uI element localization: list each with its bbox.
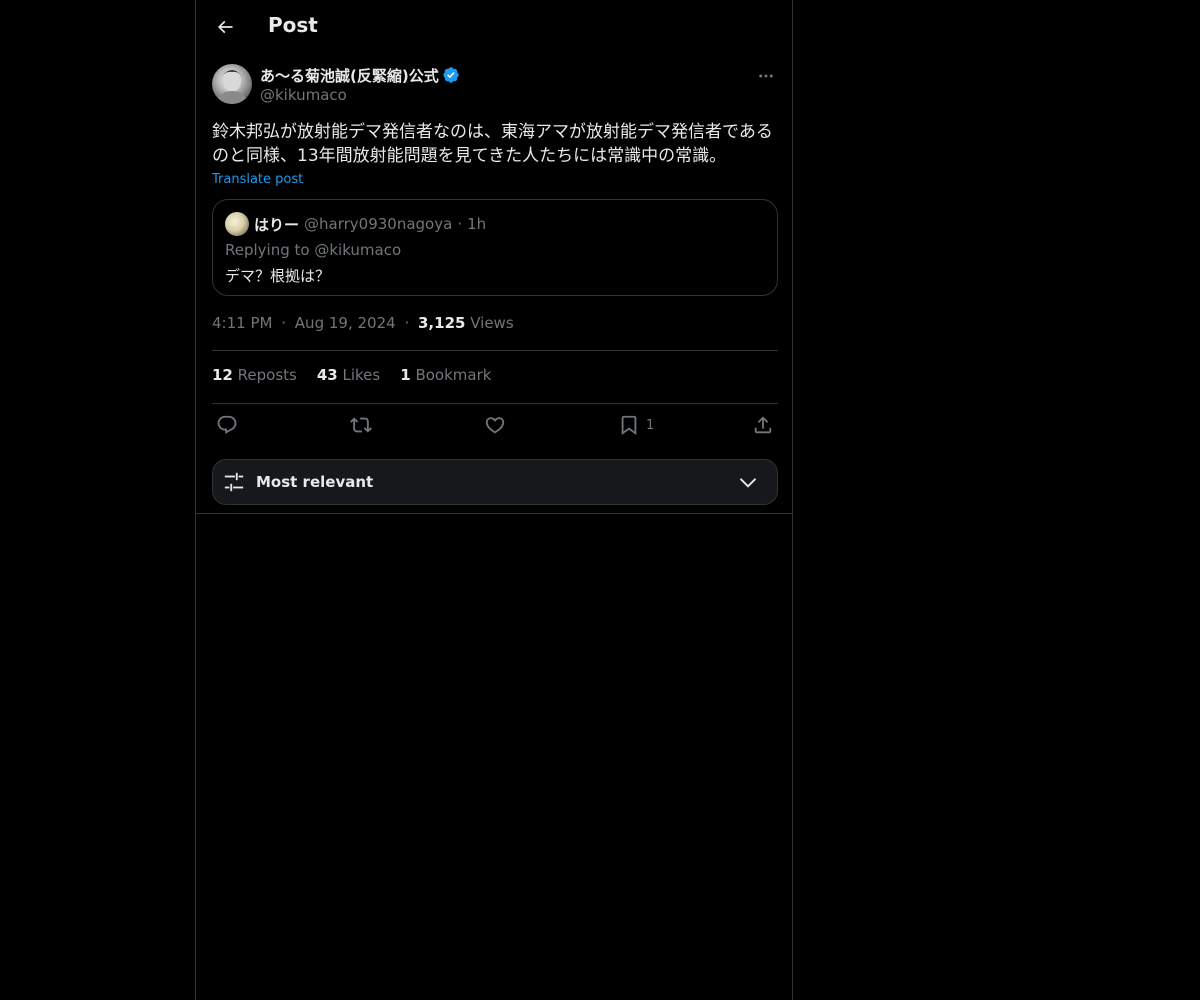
page-title: Post (268, 13, 318, 37)
separator-dot: · (281, 314, 287, 332)
divider (196, 513, 792, 514)
post-detail: あ〜る菊池誠(反緊縮)公式 @kikumaco 鈴木邦弘が放射能デマ発信者なのは… (212, 62, 778, 505)
divider (212, 350, 778, 351)
quoted-replying-to: Replying to @kikumaco (225, 241, 402, 259)
bookmarks-count: 1 (400, 366, 411, 384)
post-text: 鈴木邦弘が放射能デマ発信者なのは、東海アマが放射能デマ発信者であるのと同様、13… (212, 122, 773, 166)
main-column: Post あ〜る菊池誠(反緊縮)公式 @kikumaco 鈴木邦弘が放射能デマ発… (195, 0, 793, 1000)
quoted-author-name: はりー (254, 215, 300, 234)
likes-label: Likes (342, 366, 381, 384)
repost-button[interactable] (350, 414, 372, 436)
separator-dot: · (457, 215, 463, 233)
bookmark-button[interactable]: 1 (618, 414, 654, 436)
quoted-author-avatar (225, 212, 249, 236)
verified-badge-icon[interactable] (442, 66, 460, 84)
translate-post-link[interactable]: Translate post (212, 172, 303, 187)
like-button[interactable] (484, 414, 506, 436)
quoted-post[interactable]: はりー @harry0930nagoya · 1h Replying to @k… (212, 199, 778, 296)
repost-icon (350, 417, 372, 433)
reply-button[interactable] (216, 414, 238, 436)
bookmark-count: 1 (646, 417, 655, 433)
reposts-stat[interactable]: 12 Reposts (212, 366, 297, 384)
views-label: Views (470, 314, 514, 332)
reposts-count: 12 (212, 366, 233, 384)
display-name-line: あ〜る菊池誠(反緊縮)公式 (260, 64, 460, 86)
quoted-post-time: 1h (467, 215, 487, 233)
chevron-down-icon (737, 473, 759, 497)
bookmarks-label: Bookmark (415, 366, 492, 384)
post-meta: 4:11 PM · Aug 19, 2024 · 3,125 Views (212, 314, 514, 332)
sort-label: Most relevant (256, 473, 374, 491)
separator-dot: · (404, 314, 410, 332)
quoted-post-text: デマ？根拠は？ (225, 267, 331, 285)
heart-icon (485, 417, 505, 434)
share-button[interactable] (752, 414, 774, 436)
share-icon (754, 416, 772, 434)
author-display-name[interactable]: あ〜る菊池誠(反緊縮)公式 (260, 65, 439, 86)
action-bar: 1 (212, 414, 778, 440)
quoted-author-handle: @harry0930nagoya (304, 215, 453, 233)
arrow-left-icon (217, 20, 233, 34)
post-date[interactable]: Aug 19, 2024 (295, 314, 396, 332)
author-avatar[interactable] (212, 64, 252, 104)
divider (212, 403, 778, 404)
page-header: Post (196, 0, 792, 53)
likes-stat[interactable]: 43 Likes (317, 366, 380, 384)
bookmarks-stat[interactable]: 1 Bookmark (400, 366, 491, 384)
quoted-post-header: はりー @harry0930nagoya · 1h (225, 212, 486, 236)
author-names: あ〜る菊池誠(反緊縮)公式 @kikumaco (260, 64, 460, 104)
author-row: あ〜る菊池誠(反緊縮)公式 @kikumaco (212, 62, 778, 108)
reply-icon (217, 415, 237, 434)
reposts-label: Reposts (237, 366, 297, 384)
back-button[interactable] (208, 10, 242, 44)
likes-count: 43 (316, 366, 338, 384)
replies-sort-dropdown[interactable]: Most relevant (212, 459, 778, 505)
bookmark-icon (621, 415, 637, 436)
post-time[interactable]: 4:11 PM (212, 314, 272, 332)
more-dots-icon (759, 74, 773, 78)
views-count: 3,125 (418, 314, 466, 332)
avatar-image (218, 70, 246, 104)
sliders-icon (223, 471, 245, 497)
engagement-stats: 12 Reposts 43 Likes 1 Bookmark (212, 366, 491, 384)
more-options-button[interactable] (754, 64, 778, 88)
author-handle[interactable]: @kikumaco (260, 86, 460, 104)
